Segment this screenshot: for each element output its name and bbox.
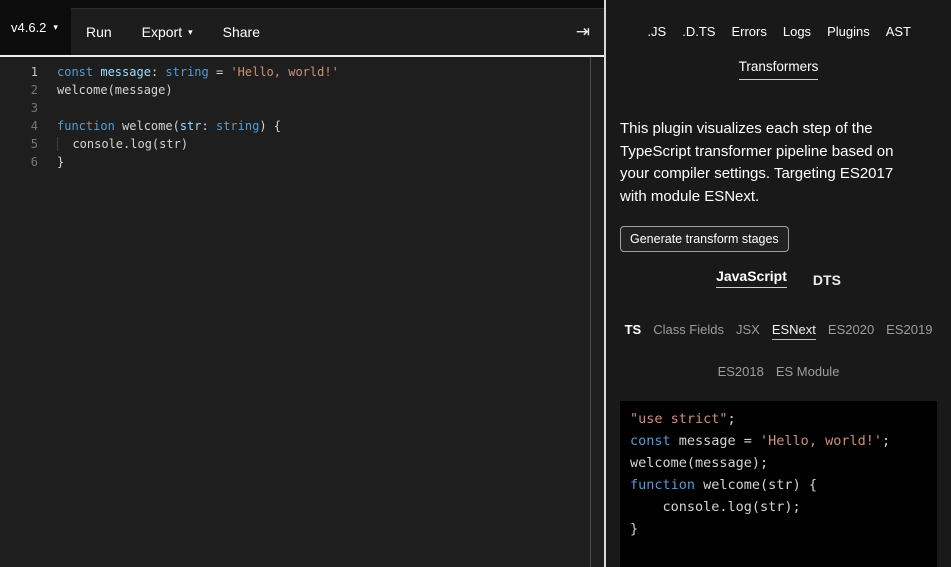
stage-tab-es-module[interactable]: ES Module — [776, 364, 840, 379]
sidebar-tab-bar-row2: Transformers — [606, 39, 951, 80]
code-line-text: const message: string = 'Hello, world!' — [57, 63, 339, 81]
code-token: 'Hello, world!' — [760, 433, 882, 449]
stage-tab-es2020[interactable]: ES2020 — [828, 322, 874, 340]
code-token: = — [209, 65, 231, 79]
version-label: v4.6.2 — [11, 20, 46, 35]
code-token: 'Hello, world!' — [230, 65, 338, 79]
output-code-line: "use strict"; — [630, 408, 927, 430]
code-token: ) { — [259, 119, 281, 133]
stage-tab-jsx[interactable]: JSX — [736, 322, 760, 340]
output-code-line: console.log(str); — [630, 496, 927, 518]
code-token: function — [630, 477, 695, 493]
tab-errors[interactable]: Errors — [731, 24, 766, 39]
output-code-line: function welcome(str) { — [630, 474, 927, 496]
code-token: : — [151, 65, 165, 79]
run-label: Run — [86, 24, 112, 40]
code-token: function — [57, 119, 115, 133]
generate-transform-stages-button[interactable]: Generate transform stages — [620, 226, 789, 252]
tab-logs[interactable]: Logs — [783, 24, 811, 39]
toolbar-menu: Run Export ▾ Share ⇥ — [71, 8, 604, 55]
output-tabs: JavaScript DTS — [620, 268, 937, 288]
indent-guide — [57, 137, 72, 151]
line-number[interactable]: 5 — [0, 135, 38, 153]
code-line-text: welcome(message) — [57, 81, 173, 99]
stage-tab-esnext[interactable]: ESNext — [772, 322, 816, 340]
line-number[interactable]: 1 — [0, 63, 38, 81]
share-button[interactable]: Share — [208, 9, 275, 55]
tab-transformers[interactable]: Transformers — [739, 59, 819, 80]
code-line-text: function welcome(str: string) { — [57, 117, 281, 135]
editor-line[interactable]: 2 welcome(message) — [0, 81, 604, 99]
typescript-playground: v4.6.2 ▾ Run Export ▾ Share ⇥ 1 const messag… — [0, 0, 951, 567]
tab-js[interactable]: .JS — [647, 24, 666, 39]
editor-line[interactable]: 5 console.log(str) — [0, 135, 604, 153]
code-token: : — [202, 119, 216, 133]
plugin-content: This plugin visualizes each step of the … — [606, 80, 951, 567]
code-token: console.log(str); — [630, 499, 801, 515]
toolbar: v4.6.2 ▾ Run Export ▾ Share ⇥ — [0, 0, 604, 57]
code-token: } — [630, 521, 638, 537]
sidebar-panel: .JS .D.TS Errors Logs Plugins AST Transformer… — [606, 0, 951, 567]
sidebar-toggle-icon[interactable]: ⇥ — [562, 22, 604, 42]
export-label: Export — [142, 24, 182, 40]
tab-d-ts[interactable]: .D.TS — [682, 24, 715, 39]
editor-line[interactable]: 4 function welcome(str: string) { — [0, 117, 604, 135]
code-line-text: } — [57, 153, 64, 171]
line-number[interactable]: 6 — [0, 153, 38, 171]
editor-pane: v4.6.2 ▾ Run Export ▾ Share ⇥ 1 const messag… — [0, 0, 604, 567]
stage-tabs: TS Class Fields JSX ESNext ES2020 ES2019 ES201… — [610, 322, 947, 379]
code-token: message = — [671, 433, 760, 449]
stage-tab-ts[interactable]: TS — [625, 322, 642, 340]
stage-tab-class-fields[interactable]: Class Fields — [653, 322, 724, 340]
code-token: } — [57, 155, 64, 169]
code-line-text: console.log(str) — [57, 135, 188, 153]
stage-tab-es2019[interactable]: ES2019 — [886, 322, 932, 340]
code-token: console.log(str) — [72, 137, 188, 151]
line-number[interactable]: 4 — [0, 117, 38, 135]
stage-tab-es2018[interactable]: ES2018 — [718, 364, 764, 379]
code-token: str — [180, 119, 202, 133]
plugin-description: This plugin visualizes each step of the … — [620, 118, 922, 208]
share-label: Share — [223, 24, 260, 40]
sidebar-tab-bar: .JS .D.TS Errors Logs Plugins AST — [606, 0, 951, 39]
code-token: "use strict" — [630, 411, 728, 427]
chevron-down-icon: ▾ — [188, 27, 193, 38]
code-token: string — [216, 119, 259, 133]
tab-plugins[interactable]: Plugins — [827, 24, 870, 39]
export-button[interactable]: Export ▾ — [127, 9, 208, 55]
code-token: welcome(message); — [630, 455, 768, 471]
output-code-line: } — [630, 518, 927, 540]
output-code-line: welcome(message); — [630, 452, 927, 474]
run-button[interactable]: Run — [71, 9, 127, 55]
output-code-line: const message = 'Hello, world!'; — [630, 430, 927, 452]
code-token: welcome( — [115, 119, 180, 133]
code-editor[interactable]: 1 const message: string = 'Hello, world!'… — [0, 57, 604, 567]
editor-line[interactable]: 1 const message: string = 'Hello, world!' — [0, 63, 604, 81]
code-token: string — [165, 65, 208, 79]
editor-line[interactable]: 3 — [0, 99, 604, 117]
code-token: ; — [882, 433, 890, 449]
code-token: const — [630, 433, 671, 449]
code-token: const — [57, 65, 93, 79]
code-token: message — [100, 65, 151, 79]
editor-scrollbar[interactable] — [590, 57, 591, 567]
chevron-down-icon: ▾ — [53, 22, 58, 33]
line-number[interactable]: 3 — [0, 99, 38, 117]
editor-line[interactable]: 6} — [0, 153, 604, 171]
tab-ast[interactable]: AST — [886, 24, 911, 39]
version-dropdown[interactable]: v4.6.2 ▾ — [0, 0, 71, 55]
line-number[interactable]: 2 — [0, 81, 38, 99]
code-token: welcome(message) — [57, 83, 173, 97]
tab-javascript[interactable]: JavaScript — [716, 268, 787, 288]
transformed-code-block: "use strict";const message = 'Hello, wor… — [620, 401, 937, 567]
code-token: welcome(str) { — [695, 477, 817, 493]
tab-dts[interactable]: DTS — [813, 272, 841, 288]
code-token: ; — [728, 411, 736, 427]
menu-items: Run Export ▾ Share — [71, 9, 275, 55]
